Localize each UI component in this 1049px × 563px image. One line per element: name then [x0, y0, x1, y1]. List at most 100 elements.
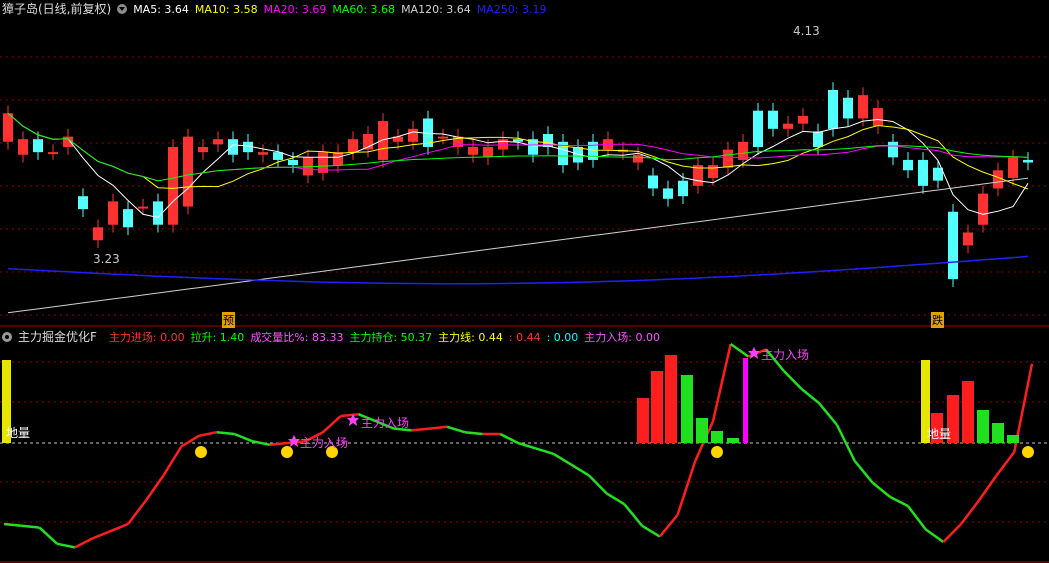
chart-window: 獐子岛(日线,前复权) MA5: 3.64 MA10: 3.58 MA20: 3.69… — [0, 0, 1049, 563]
volume-bar — [992, 423, 1004, 443]
candle-body — [48, 152, 58, 155]
candle-body — [168, 146, 178, 225]
main-force-line-segment — [889, 495, 909, 508]
indicator-legend-item: 主力进场: 0.00 — [108, 331, 185, 344]
main-force-line-segment — [499, 432, 519, 445]
floor-volume-label-right: 地量 — [927, 427, 952, 441]
entry-label-2: 主力入场 — [300, 436, 349, 450]
candle-body — [783, 123, 793, 129]
candle-body — [18, 139, 28, 155]
main-force-line-segment — [906, 505, 927, 531]
low-price-label: 3.23 — [93, 252, 120, 266]
main-force-line-segment — [429, 425, 448, 430]
volume-bar — [711, 431, 723, 443]
candle-body — [753, 110, 763, 147]
main-force-line-segment — [251, 439, 271, 447]
candle-body — [513, 139, 523, 142]
main-force-line-segment — [21, 524, 40, 529]
main-force-line-segment — [144, 474, 165, 502]
candle-body — [633, 154, 643, 163]
main-force-line-segment — [198, 430, 217, 438]
ma-legend-item: MA10: 3.58 — [194, 3, 258, 16]
candle-body — [468, 146, 478, 155]
main-force-line-segment — [3, 522, 22, 528]
candle-body — [978, 193, 988, 225]
gear-icon[interactable] — [2, 332, 12, 342]
indicator-panel — [2, 342, 1034, 549]
ma-legend-item: MA250: 3.19 — [476, 3, 547, 16]
volume-bar — [681, 375, 693, 443]
warning-tag: 预 — [222, 312, 235, 328]
main-force-line-segment — [38, 526, 59, 545]
main-force-line-segment — [162, 445, 183, 477]
candle-body — [663, 188, 673, 199]
candle-body — [498, 139, 508, 150]
candle-body — [1023, 159, 1033, 163]
chevron-down-icon[interactable] — [117, 4, 128, 14]
candle-body — [798, 115, 808, 124]
price-header: 獐子岛(日线,前复权) MA5: 3.64 MA10: 3.58 MA20: 3.69… — [2, 0, 553, 18]
main-force-line-segment — [960, 499, 980, 525]
stock-title: 獐子岛(日线,前复权) — [2, 2, 112, 16]
candle-body — [198, 146, 208, 153]
indicator-legend-item: 成交量比%: 83.33 — [250, 331, 344, 344]
main-force-line-segment — [995, 451, 1016, 477]
smiley-icon — [1022, 446, 1034, 458]
main-force-line-segment — [658, 514, 679, 538]
candle-body — [768, 110, 778, 129]
volume-bar — [651, 371, 663, 443]
main-force-line-segment — [871, 481, 891, 498]
main-force-line-segment — [977, 474, 998, 502]
main-force-line-segment — [623, 503, 644, 527]
main-force-line-segment — [233, 432, 253, 443]
smiley-icon — [711, 446, 723, 458]
main-force-line-segment — [340, 412, 359, 418]
main-force-line-segment — [588, 474, 608, 495]
ma-legend-item: MA60: 3.68 — [332, 3, 396, 16]
chart-canvas — [0, 56, 1049, 563]
candle-body — [903, 159, 913, 171]
main-force-line-segment — [711, 343, 732, 422]
candle-body — [408, 128, 418, 142]
candle-body — [108, 201, 118, 225]
main-force-line-segment — [517, 441, 537, 450]
main-force-line-segment — [800, 388, 821, 405]
candle-body — [723, 149, 733, 168]
candle-body — [78, 196, 88, 210]
main-force-line-segment — [605, 492, 625, 506]
candle-body — [213, 139, 223, 145]
volume-bar — [977, 410, 989, 443]
candle-body — [918, 159, 928, 186]
candle-body — [3, 113, 13, 142]
main-force-line-segment — [552, 452, 572, 466]
candle-body — [993, 170, 1003, 189]
main-force-line-segment — [322, 415, 342, 434]
main-force-line-segment — [641, 524, 661, 538]
candle-body — [438, 136, 448, 139]
ma-legend: MA5: 3.64 MA10: 3.58 MA20: 3.69 MA60: 3.68 M… — [133, 3, 552, 16]
indicator-legend-item: 主力入场: 0.00 — [584, 331, 660, 344]
ma250-line — [7, 255, 1029, 285]
main-force-line-segment — [924, 528, 945, 544]
ma-legend-item: MA20: 3.69 — [263, 3, 327, 16]
candle-body — [948, 211, 958, 280]
candle-body — [648, 175, 658, 189]
main-force-line-segment — [92, 530, 111, 540]
indicator-header: 主力掘金优化F 主力进场: 0.00 拉升: 1.40 成交量比%: 83.33 主力持… — [2, 328, 666, 346]
candle-body — [378, 121, 388, 160]
main-force-line-segment — [56, 542, 76, 549]
main-force-line-segment — [446, 425, 466, 434]
candle-body — [843, 97, 853, 119]
candle-body — [258, 152, 268, 155]
main-force-line-segment — [180, 434, 200, 448]
main-force-line-segment — [818, 402, 839, 426]
indicator-legend-item: : 0.44 — [508, 331, 541, 344]
price-panel — [3, 82, 1033, 314]
main-force-line-segment — [127, 499, 147, 525]
main-force-line-segment — [535, 447, 554, 455]
volume-bar — [1007, 435, 1019, 443]
candle-body — [33, 139, 43, 153]
candle-body — [678, 180, 688, 197]
candle-body — [228, 139, 238, 155]
candle-body — [348, 139, 358, 153]
